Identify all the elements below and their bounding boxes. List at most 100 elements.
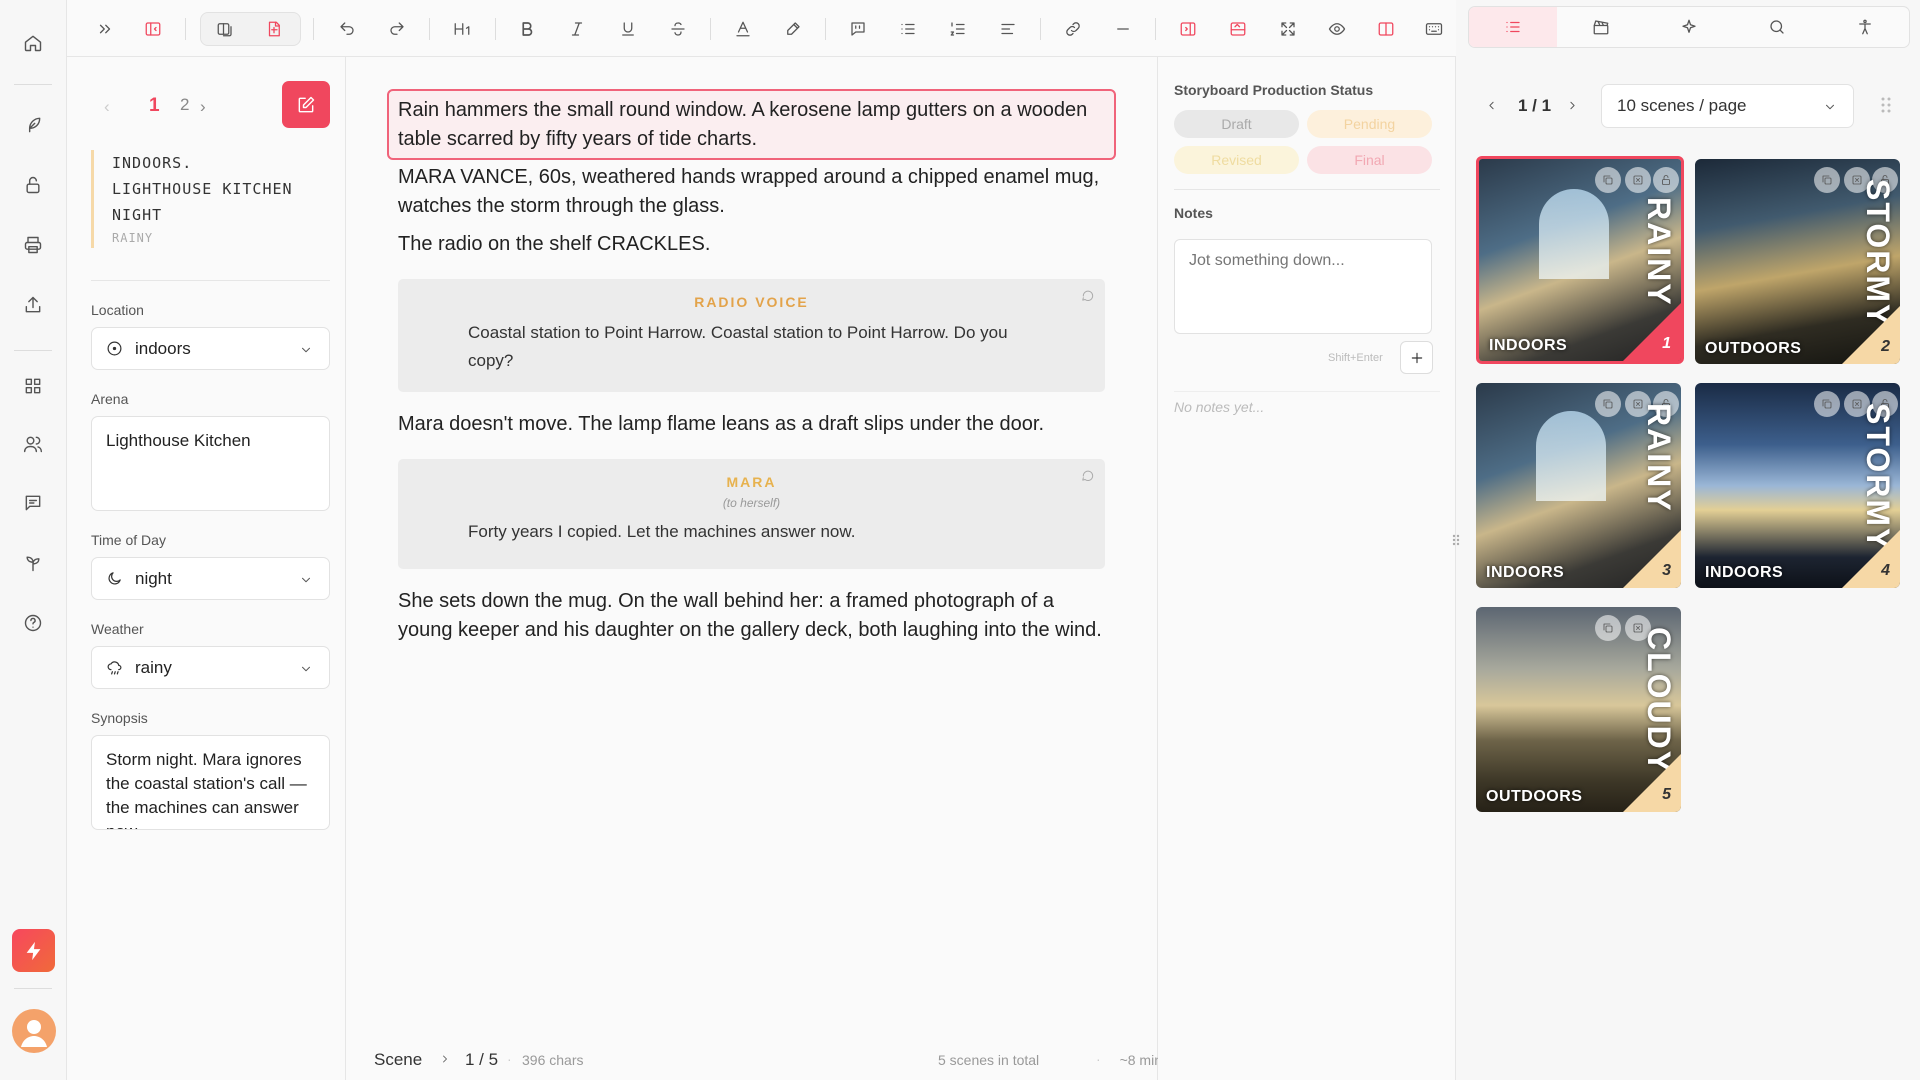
bold-icon[interactable] [510,12,544,46]
sprout-icon[interactable] [14,544,52,582]
status-draft-pill[interactable]: Draft [1174,110,1299,138]
bullet-list-icon[interactable] [891,12,925,46]
users-icon[interactable] [14,425,52,463]
copy-icon[interactable] [1595,615,1621,641]
action-paragraph[interactable]: Mara doesn't move. The lamp flame leans … [398,410,1103,439]
action-paragraph[interactable]: She sets down the mug. On the wall behin… [398,587,1103,645]
status-revised-pill[interactable]: Revised [1174,146,1299,174]
page-1-button[interactable]: 1 [149,95,160,117]
scene-card[interactable]: RAINY INDOORS 1 [1476,156,1684,364]
weather-select[interactable]: rainy [91,646,330,689]
edit-scene-button[interactable] [282,81,330,128]
avatar[interactable] [12,1009,56,1053]
columns-icon[interactable] [1369,12,1403,46]
horizontal-rule-icon[interactable] [1106,12,1140,46]
chevron-down-icon [1826,104,1834,110]
scene-card[interactable]: STORMY INDOORS 4 [1695,383,1900,588]
message-icon[interactable] [14,484,52,522]
synopsis-field[interactable]: Storm night. Mara ignores the coastal st… [91,735,330,830]
card-location: INDOORS [1489,337,1568,354]
chevron-left-icon[interactable] [1485,99,1498,112]
delete-icon[interactable] [1625,167,1651,193]
copy-icon[interactable] [1814,167,1840,193]
time-of-day-select[interactable]: night [91,557,330,600]
tab-search[interactable] [1733,7,1821,47]
italic-icon[interactable] [560,12,594,46]
sidebar-toggle-icon[interactable] [136,12,170,46]
action-paragraph[interactable]: Rain hammers the small round window. A k… [398,96,1103,154]
scene-card[interactable]: CLOUDY OUTDOORS 5 [1476,607,1681,812]
dialogue-block[interactable]: RADIO VOICE Coastal station to Point Har… [398,279,1105,392]
tab-accessibility[interactable] [1821,7,1909,47]
comment-icon[interactable] [1081,289,1095,303]
scene-card[interactable]: RAINY INDOORS 3 [1476,383,1681,588]
expand-icon[interactable] [88,12,122,46]
lock-icon[interactable] [1653,167,1679,193]
card-location: INDOORS [1486,564,1565,581]
undo-icon[interactable] [330,12,364,46]
card-weather: RAINY [1641,403,1677,513]
link-icon[interactable] [1056,12,1090,46]
status-final-pill[interactable]: Final [1307,146,1432,174]
numbered-list-icon[interactable] [941,12,975,46]
comment-icon[interactable] [1081,469,1095,483]
scene-heading-line: NIGHT [112,206,163,224]
fullscreen-icon[interactable] [1271,12,1305,46]
notes-label: Notes [1174,205,1213,221]
chevron-right-icon[interactable] [439,1053,451,1065]
home-icon[interactable] [14,24,52,62]
feather-pen-icon[interactable] [14,106,52,144]
scene-heading: INDOORS. LIGHTHOUSE KITCHEN NIGHT RAINY [91,150,331,248]
strikethrough-icon[interactable] [661,12,695,46]
heading-icon[interactable] [445,12,479,46]
synopsis-label: Synopsis [91,710,148,726]
page-2-button[interactable]: 2 [180,95,189,115]
redo-icon[interactable] [380,12,414,46]
list-icon [1506,21,1520,33]
character-name: MARA [726,474,777,490]
grid-icon[interactable] [14,367,52,405]
document-icon[interactable] [257,12,291,46]
notes-empty-state: No notes yet... [1174,399,1265,415]
align-icon[interactable] [991,12,1025,46]
sparkle-icon [1682,19,1696,33]
add-note-button[interactable] [1400,341,1433,374]
tab-sparkle[interactable] [1645,7,1733,47]
keyboard-icon[interactable] [1417,12,1451,46]
preview-eye-icon[interactable] [1320,12,1354,46]
help-icon[interactable] [14,604,52,642]
dialogue-block[interactable]: MARA (to herself) Forty years I copied. … [398,459,1105,569]
notes-input[interactable] [1174,239,1432,334]
per-page-select[interactable]: 10 scenes / page [1601,84,1854,128]
tab-clapperboard[interactable] [1557,7,1645,47]
chevron-right-icon[interactable] [1566,99,1579,112]
time-of-day-value: night [135,568,172,588]
highlighter-icon[interactable] [776,12,810,46]
copy-icon[interactable] [1595,167,1621,193]
accessibility-icon [1859,19,1871,35]
tab-scene-list[interactable] [1469,7,1557,47]
copy-icon[interactable] [1595,391,1621,417]
text-color-icon[interactable] [726,12,760,46]
copy-icon[interactable] [1814,391,1840,417]
action-paragraph[interactable]: The radio on the shelf CRACKLES. [398,230,1103,259]
location-select[interactable]: indoors [91,327,330,370]
arena-field[interactable]: Lighthouse Kitchen [91,416,330,511]
status-pending-pill[interactable]: Pending [1307,110,1432,138]
prev-page-button[interactable]: ‹ [104,97,110,117]
split-view-icon[interactable] [208,12,242,46]
next-page-button[interactable]: › [200,97,206,117]
scene-card[interactable]: STORMY OUTDOORS 2 [1695,159,1900,364]
resize-handle-icon[interactable] [1451,533,1461,547]
bolt-icon[interactable] [12,929,55,972]
quote-comment-icon[interactable] [841,12,875,46]
printer-icon[interactable] [14,226,52,264]
lock-icon[interactable] [14,166,52,204]
share-upload-icon[interactable] [14,286,52,324]
underline-icon[interactable] [611,12,645,46]
image-panel-icon[interactable] [1221,12,1255,46]
drag-handle-icon[interactable] [1880,96,1892,114]
rain-cloud-icon [107,661,122,675]
action-paragraph[interactable]: MARA VANCE, 60s, weathered hands wrapped… [398,163,1103,221]
panel-left-icon[interactable] [1171,12,1205,46]
